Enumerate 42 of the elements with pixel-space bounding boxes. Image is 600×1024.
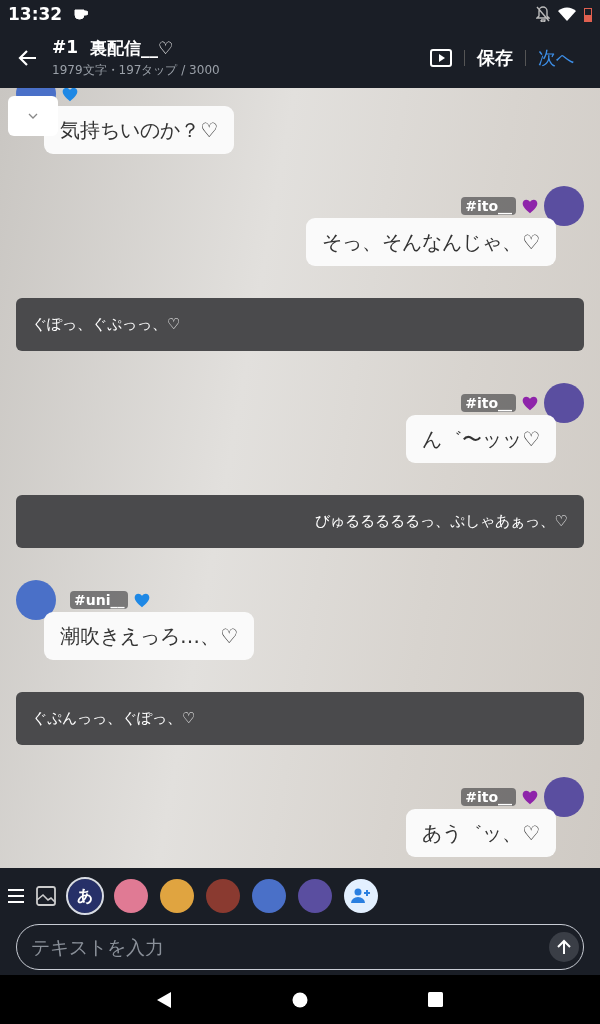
story-stats: 1979文字・197タップ / 3000: [52, 62, 220, 79]
bell-off-icon: [536, 6, 550, 22]
status-time: 13:32: [8, 4, 63, 24]
story-title: 裏配信__♡: [90, 37, 174, 60]
speech-bubble[interactable]: 潮吹きえっろ…、♡: [44, 612, 254, 660]
narration-bar[interactable]: ぐぽっ、ぐぷっっ、♡: [16, 298, 584, 351]
cup-icon: [74, 8, 89, 20]
home-circle-icon[interactable]: [292, 991, 308, 1008]
character-button[interactable]: あ: [68, 879, 102, 913]
speech-bubble[interactable]: 気持ちいのか？♡: [44, 106, 234, 154]
up-arrow-icon: [557, 939, 571, 955]
character-name: #ito__: [461, 788, 516, 806]
menu-icon[interactable]: [8, 889, 24, 903]
avatar: [544, 186, 584, 226]
speech-bubble[interactable]: そっ、そんなんじゃ、♡: [306, 218, 556, 266]
speech-bubble[interactable]: ん゛〜ッッ♡: [406, 415, 556, 463]
send-button[interactable]: [549, 932, 579, 962]
play-icon[interactable]: [430, 49, 452, 67]
back-triangle-icon[interactable]: [156, 991, 172, 1008]
chevron-icon: [28, 113, 38, 119]
image-icon[interactable]: [36, 886, 56, 906]
episode-number: #1: [52, 37, 79, 59]
wifi-icon: [558, 7, 576, 21]
avatar: [544, 777, 584, 817]
recents-square-icon[interactable]: [428, 991, 444, 1008]
text-input-field[interactable]: テキストを入力: [16, 924, 584, 970]
character-avatar[interactable]: [160, 879, 194, 913]
avatar: [16, 580, 56, 620]
character-avatar[interactable]: [114, 879, 148, 913]
speech-bubble[interactable]: あう゛ッ、♡: [406, 809, 556, 857]
avatar: [544, 383, 584, 423]
add-character-button[interactable]: [344, 879, 378, 913]
character-name: #uni__: [70, 591, 129, 609]
narration-bar[interactable]: びゅるるるるるっ、ぷしゃあぁっ、♡: [16, 495, 584, 548]
battery-icon: [584, 6, 592, 22]
character-avatar[interactable]: [252, 879, 286, 913]
save-button[interactable]: 保存: [477, 46, 513, 70]
character-name: #ito__: [461, 197, 516, 215]
add-person-icon: [351, 888, 371, 904]
character-name: #ito__: [461, 394, 516, 412]
narration-bar[interactable]: ぐぷんっっ、ぐぽっ、♡: [16, 692, 584, 745]
next-button[interactable]: 次へ: [538, 46, 574, 70]
